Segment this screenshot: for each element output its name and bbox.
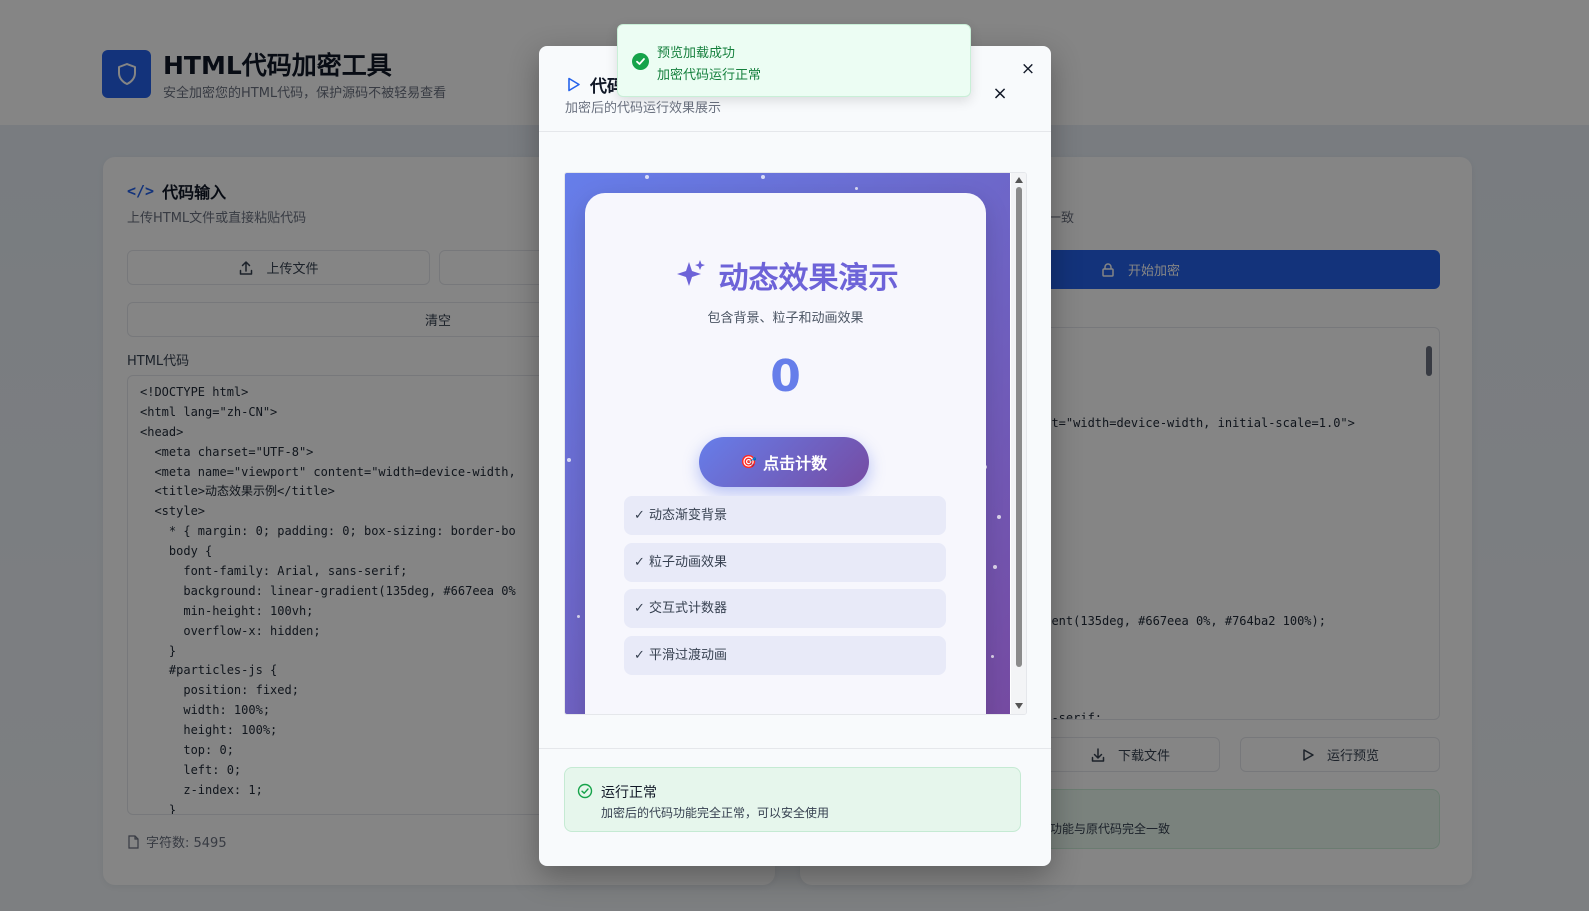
run-status-box: 运行正常 加密后的代码功能完全正常，可以安全使用 (564, 767, 1021, 832)
toast-description: 加密代码运行正常 (657, 68, 762, 83)
modal-description: 加密后的代码运行效果展示 (565, 101, 722, 116)
sparkles-icon (676, 260, 705, 286)
scroll-up-arrow-icon[interactable] (1015, 177, 1023, 183)
run-status-description: 加密后的代码功能完全正常，可以安全使用 (601, 806, 830, 820)
demo-title: 动态效果演示 (585, 253, 986, 297)
particle (761, 175, 765, 179)
modal-close-button[interactable]: × (990, 84, 1010, 104)
particle (567, 458, 571, 462)
preview-scrollbar-thumb[interactable] (1016, 187, 1022, 667)
particle (991, 655, 994, 658)
target-icon: 🎯 (740, 454, 758, 470)
check-circle-icon (577, 783, 593, 799)
demo-counter: 0 (770, 351, 801, 402)
preview-iframe[interactable]: 动态效果演示 包含背景、粒子和动画效果 0 🎯 点击计数 ✓ 动态渐变背景 ✓ … (564, 172, 1027, 715)
click-count-label: 点击计数 (763, 454, 828, 473)
particle (997, 515, 1001, 519)
particle (577, 615, 580, 618)
preview-scrollbar[interactable] (1011, 173, 1026, 714)
modal-footer: 运行正常 加密后的代码功能完全正常，可以安全使用 (539, 748, 1051, 866)
feature-item: ✓ 动态渐变背景 (624, 496, 946, 535)
demo-subtitle: 包含背景、粒子和动画效果 (707, 311, 864, 326)
feature-item: ✓ 平滑过渡动画 (624, 636, 946, 675)
particle (993, 565, 997, 569)
play-icon (568, 77, 580, 92)
feature-item: ✓ 粒子动画效果 (624, 543, 946, 582)
preview-modal: 代码 加密后的代码运行效果展示 × 动态效果演示 包含背景、粒子和动画效果 0 (539, 46, 1051, 866)
toast-title: 预览加载成功 (657, 46, 736, 61)
modal-title: 代码 (565, 72, 624, 97)
toast-close-button[interactable]: × (1018, 59, 1038, 79)
demo-title-text: 动态效果演示 (718, 261, 899, 296)
particle (645, 175, 649, 179)
preview-gradient-background: 动态效果演示 包含背景、粒子和动画效果 0 🎯 点击计数 ✓ 动态渐变背景 ✓ … (565, 173, 1010, 714)
click-count-button[interactable]: 🎯 点击计数 (699, 437, 869, 487)
check-circle-icon (632, 53, 649, 70)
feature-item: ✓ 交互式计数器 (624, 589, 946, 628)
particle (855, 187, 858, 190)
run-status-title: 运行正常 (601, 785, 657, 801)
success-toast: 预览加载成功 加密代码运行正常 (617, 24, 971, 97)
demo-card: 动态效果演示 包含背景、粒子和动画效果 0 🎯 点击计数 ✓ 动态渐变背景 ✓ … (585, 193, 986, 714)
scroll-down-arrow-icon[interactable] (1015, 703, 1023, 709)
